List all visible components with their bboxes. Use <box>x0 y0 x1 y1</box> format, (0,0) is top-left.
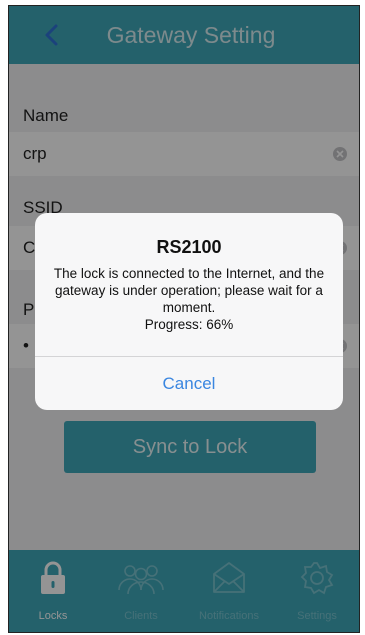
dialog-message: The lock is connected to the Internet, a… <box>47 265 331 333</box>
app-screen: Gateway Setting Name crp SSID C P • Sync… <box>8 5 360 633</box>
cancel-button[interactable]: Cancel <box>35 357 343 410</box>
progress-dialog: RS2100 The lock is connected to the Inte… <box>35 213 343 410</box>
dialog-title: RS2100 <box>156 237 222 257</box>
dialog-message-text: The lock is connected to the Internet, a… <box>53 266 325 315</box>
dialog-progress-text: Progress: 66% <box>144 317 234 332</box>
